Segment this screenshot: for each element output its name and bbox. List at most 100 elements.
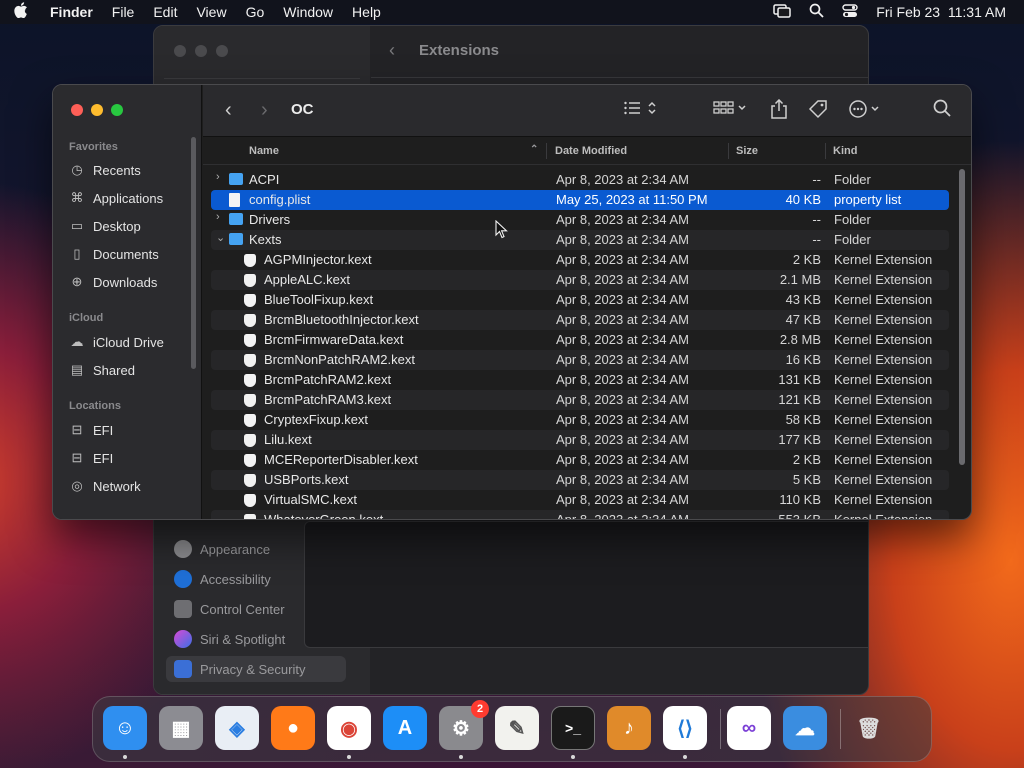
- menu-view[interactable]: View: [196, 4, 226, 20]
- file-date-modified: Apr 8, 2023 at 2:34 AM: [556, 352, 689, 367]
- sidebar-item-shared[interactable]: ▤ Shared: [69, 358, 189, 382]
- search-icon[interactable]: [933, 99, 951, 122]
- table-row[interactable]: USBPorts.kext Apr 8, 2023 at 2:34 AM 5 KB K…: [211, 470, 949, 490]
- menu-clock[interactable]: Fri Feb 23 11:31 AM: [876, 4, 1006, 20]
- sidebar-item-desktop[interactable]: ▭ Desktop: [69, 214, 189, 238]
- dock-garageband-icon[interactable]: ♪: [607, 706, 651, 750]
- table-row[interactable]: WhateverGreen.kext Apr 8, 2023 at 2:34 AM…: [211, 510, 949, 519]
- menu-go[interactable]: Go: [246, 4, 265, 20]
- file-size: 5 KB: [792, 472, 821, 487]
- file-kind: Kernel Extension: [834, 272, 933, 287]
- menu-edit[interactable]: Edit: [153, 4, 177, 20]
- table-row[interactable]: › ACPI Apr 8, 2023 at 2:34 AM -- Folder: [211, 170, 949, 190]
- disclosure-closed-icon[interactable]: ›: [216, 171, 220, 183]
- dock-textedit-icon[interactable]: ✎: [495, 706, 539, 750]
- file-kind: Kernel Extension: [834, 432, 933, 447]
- column-header-date[interactable]: Date Modified: [555, 145, 627, 157]
- sidebar-scrollbar[interactable]: [191, 137, 196, 369]
- sidebar-item-efi-1[interactable]: ⊟ EFI: [69, 418, 189, 442]
- dock-visual-studio-icon[interactable]: ∞: [727, 706, 771, 750]
- folder-icon: [229, 173, 243, 185]
- back-chevron-icon[interactable]: ‹: [389, 40, 395, 61]
- window-title: OC: [291, 101, 314, 118]
- list-view-icon[interactable]: [623, 99, 659, 122]
- dock-terminal-icon[interactable]: >_: [551, 706, 595, 750]
- sidebar-item-network[interactable]: ◎ Network: [69, 474, 189, 498]
- dock-finder-icon[interactable]: ☺: [103, 706, 147, 750]
- file-date-modified: Apr 8, 2023 at 2:34 AM: [556, 252, 689, 267]
- table-row[interactable]: ⌄ Kexts Apr 8, 2023 at 2:34 AM -- Folder: [211, 230, 949, 250]
- file-date-modified: Apr 8, 2023 at 2:34 AM: [556, 472, 689, 487]
- drive-icon: ⊟: [71, 422, 83, 437]
- table-row[interactable]: Lilu.kext Apr 8, 2023 at 2:34 AM 177 KB Ker…: [211, 430, 949, 450]
- dock-weather-icon[interactable]: ☁: [783, 706, 827, 750]
- table-row[interactable]: MCEReporterDisabler.kext Apr 8, 2023 at 2…: [211, 450, 949, 470]
- kext-shield-icon: [244, 434, 256, 447]
- file-list-scrollbar[interactable]: [959, 169, 965, 465]
- minimize-button[interactable]: [91, 104, 103, 116]
- sidebar-item-efi-2[interactable]: ⊟ EFI: [69, 446, 189, 470]
- group-view-icon[interactable]: [713, 99, 749, 122]
- table-row[interactable]: BlueToolFixup.kext Apr 8, 2023 at 2:34 AM…: [211, 290, 949, 310]
- table-row[interactable]: VirtualSMC.kext Apr 8, 2023 at 2:34 AM 110…: [211, 490, 949, 510]
- dock-safari-icon[interactable]: ◈: [215, 706, 259, 750]
- column-header-name[interactable]: Name: [249, 145, 279, 157]
- dock-firefox-icon[interactable]: ●: [271, 706, 315, 750]
- menu-help[interactable]: Help: [352, 4, 381, 20]
- screen-mirroring-icon[interactable]: [773, 3, 792, 21]
- apple-menu-icon[interactable]: [14, 2, 36, 22]
- sidebar-item-applications[interactable]: ⌘ Applications: [69, 186, 189, 210]
- sidebar-item-documents[interactable]: ▯ Documents: [69, 242, 189, 266]
- table-row[interactable]: AppleALC.kext Apr 8, 2023 at 2:34 AM 2.1 M…: [211, 270, 949, 290]
- zoom-button[interactable]: [111, 104, 123, 116]
- sidebar-item-downloads[interactable]: ⊕ Downloads: [69, 270, 189, 294]
- file-name: Drivers: [249, 212, 291, 227]
- table-row-selected[interactable]: config.plist May 25, 2023 at 11:50 PM 40 K…: [211, 190, 949, 210]
- dock-app-store-icon[interactable]: A: [383, 706, 427, 750]
- column-header-kind[interactable]: Kind: [833, 145, 857, 157]
- column-header-size[interactable]: Size: [736, 145, 758, 157]
- file-size: 2.8 MB: [779, 332, 821, 347]
- kext-shield-icon: [244, 454, 256, 467]
- dock-launchpad-icon[interactable]: ▦: [159, 706, 203, 750]
- table-row[interactable]: BrcmPatchRAM2.kext Apr 8, 2023 at 2:34 AM…: [211, 370, 949, 390]
- forward-chevron-icon[interactable]: ›: [261, 99, 268, 122]
- kext-shield-icon: [244, 334, 256, 347]
- table-row[interactable]: BrcmBluetoothInjector.kext Apr 8, 2023 at…: [211, 310, 949, 330]
- file-name: BrcmNonPatchRAM2.kext: [264, 352, 415, 367]
- table-row[interactable]: BrcmPatchRAM3.kext Apr 8, 2023 at 2:34 AM…: [211, 390, 949, 410]
- close-button[interactable]: [71, 104, 83, 116]
- disclosure-open-icon[interactable]: ⌄: [216, 231, 225, 244]
- file-name: WhateverGreen.kext: [264, 512, 383, 519]
- settings-sidebar-privacy-security[interactable]: Privacy & Security: [166, 656, 346, 682]
- file-date-modified: Apr 8, 2023 at 2:34 AM: [556, 372, 689, 387]
- hand-icon: [174, 660, 192, 678]
- menu-app-name[interactable]: Finder: [50, 4, 93, 20]
- menu-file[interactable]: File: [112, 4, 135, 20]
- dock-trash-icon[interactable]: 🗑: [847, 706, 891, 750]
- table-row[interactable]: AGPMInjector.kext Apr 8, 2023 at 2:34 AM 2…: [211, 250, 949, 270]
- tag-icon[interactable]: [808, 99, 828, 124]
- finder-sidebar: Favorites ◷ Recents ⌘ Applications ▭ Deskto…: [53, 85, 202, 519]
- shared-folder-icon: ▤: [70, 362, 84, 377]
- dock-system-settings-icon[interactable]: ⚙ 2: [439, 700, 489, 750]
- back-chevron-icon[interactable]: ‹: [225, 99, 232, 122]
- share-icon[interactable]: [770, 98, 788, 124]
- sidebar-item-icloud-drive[interactable]: ☁ iCloud Drive: [69, 330, 189, 354]
- table-row[interactable]: BrcmFirmwareData.kext Apr 8, 2023 at 2:34…: [211, 330, 949, 350]
- file-size: --: [812, 212, 821, 227]
- dock-separator: [840, 709, 841, 749]
- table-row[interactable]: BrcmNonPatchRAM2.kext Apr 8, 2023 at 2:34…: [211, 350, 949, 370]
- control-center-icon[interactable]: [842, 3, 858, 21]
- finder-window: Favorites ◷ Recents ⌘ Applications ▭ Deskto…: [52, 84, 972, 520]
- more-actions-icon[interactable]: [848, 99, 884, 124]
- menu-window[interactable]: Window: [283, 4, 333, 20]
- disclosure-closed-icon[interactable]: ›: [216, 211, 220, 223]
- dock-chrome-icon[interactable]: ◉: [327, 706, 371, 750]
- sidebar-item-recents[interactable]: ◷ Recents: [69, 158, 189, 182]
- table-row[interactable]: CryptexFixup.kext Apr 8, 2023 at 2:34 AM 5…: [211, 410, 949, 430]
- dock-vscode-icon[interactable]: ⟨⟩: [663, 706, 707, 750]
- spotlight-search-icon[interactable]: [809, 3, 824, 21]
- document-icon: ▯: [73, 246, 81, 261]
- table-row[interactable]: › Drivers Apr 8, 2023 at 2:34 AM -- Folder: [211, 210, 949, 230]
